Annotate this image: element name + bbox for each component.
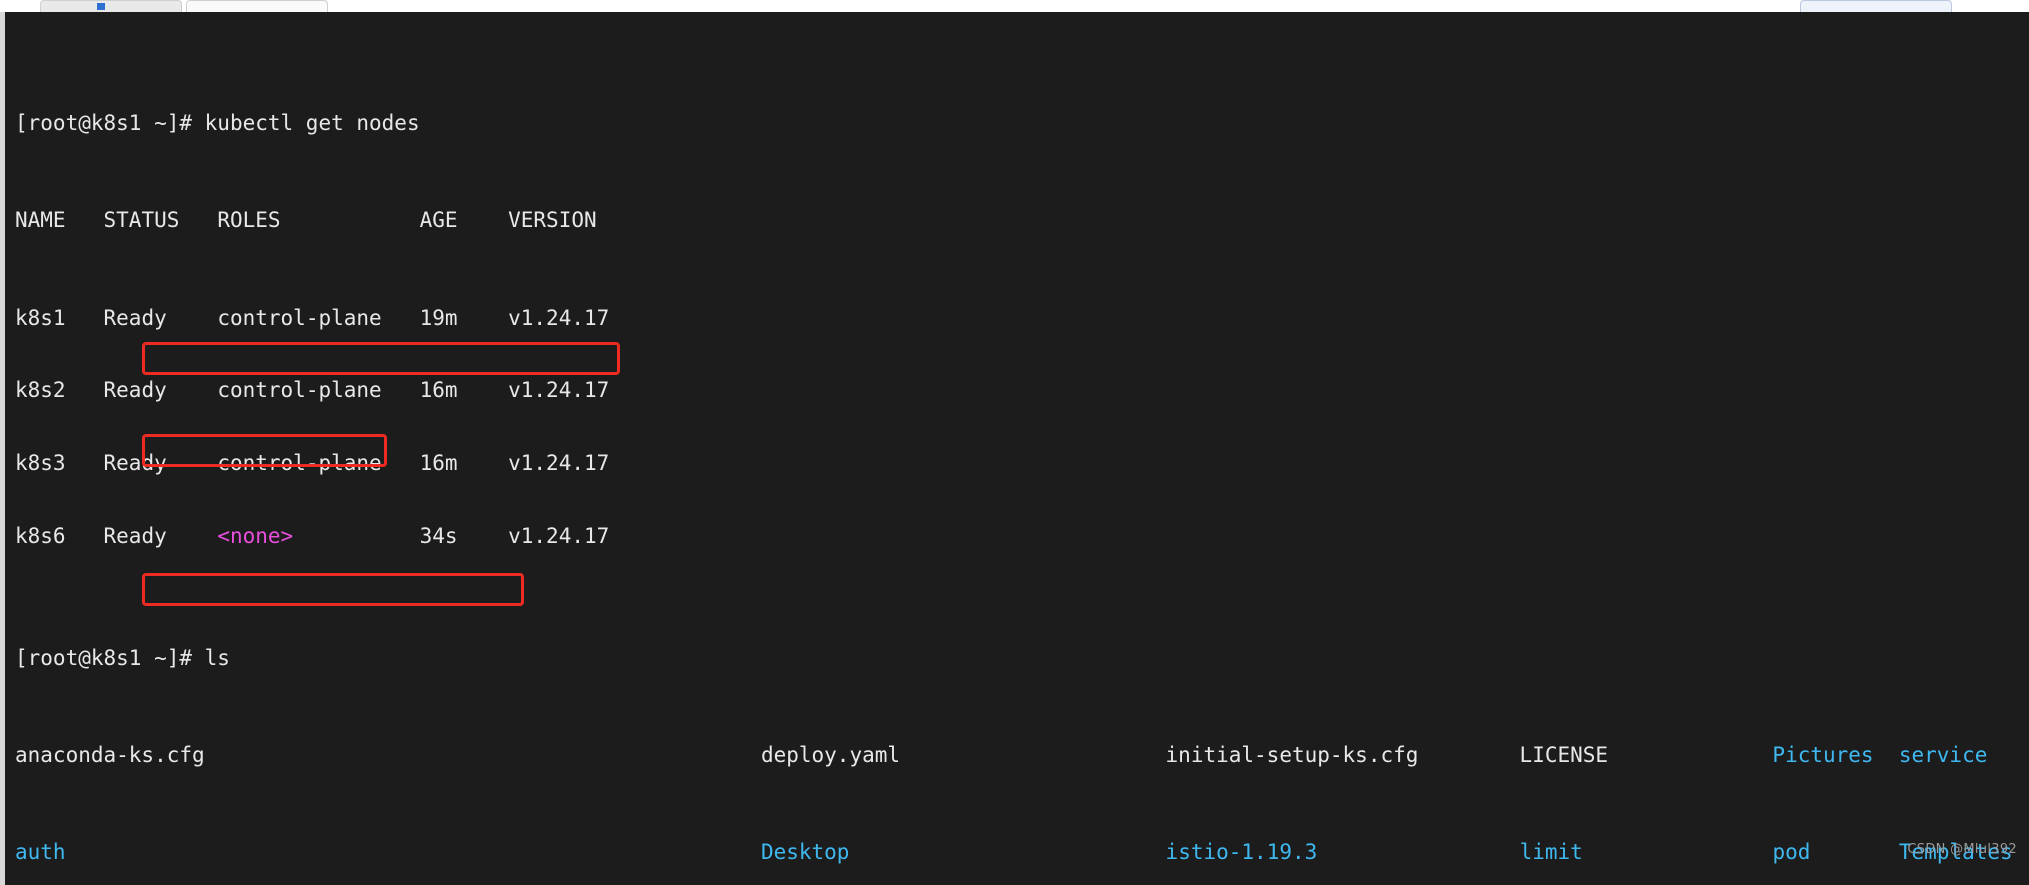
node-roles: control-plane — [217, 378, 420, 403]
ls-entry-pod: pod — [1772, 840, 1811, 865]
watermark-text: CSDN @Mlul392 — [1907, 842, 2017, 857]
node-roles: control-plane — [217, 305, 420, 330]
node-version: v1.24.17 — [508, 378, 610, 403]
node-status: Ready — [103, 305, 218, 330]
ls-entry-auth: auth — [15, 840, 66, 865]
col-roles: ROLES — [217, 208, 420, 233]
ls-entry-initial-setup-ks-cfg: initial-setup-ks.cfg — [1165, 742, 1520, 767]
node-roles: <none> — [217, 524, 294, 549]
terminal-line-command: [root@k8s1 ~]# ls — [15, 646, 2029, 670]
tab-favicon-icon — [97, 3, 105, 10]
col-status: STATUS — [103, 208, 218, 233]
table-row: k8s1 Ready control-plane 19m v1.24.17 — [15, 306, 2029, 330]
ls-entry-pictures: Pictures — [1772, 742, 1899, 767]
col-version: VERSION — [508, 208, 597, 233]
ls-entry-limit: limit — [1519, 840, 1583, 865]
ls-entry-license: LICENSE — [1519, 742, 1773, 767]
node-status: Ready — [103, 378, 218, 403]
node-roles: control-plane — [217, 451, 420, 476]
node-version: v1.24.17 — [508, 451, 610, 476]
terminal-surface[interactable]: [root@k8s1 ~]# kubectl get nodes NAME ST… — [0, 12, 2029, 885]
node-age: 16m — [419, 451, 509, 476]
ls-row: auth Desktop istio-1.19.3 limit pod Temp… — [15, 840, 2029, 864]
terminal-screen: [root@k8s1 ~]# kubectl get nodes NAME ST… — [15, 14, 2029, 885]
node-name: k8s3 — [15, 451, 104, 476]
ls-entry-desktop: Desktop — [760, 840, 850, 865]
node-status: Ready — [103, 451, 218, 476]
node-name: k8s6 — [15, 524, 104, 549]
command-ls: ls — [204, 645, 230, 670]
command-get-nodes: kubectl get nodes — [204, 111, 420, 136]
table-row: k8s3 Ready control-plane 16m v1.24.17 — [15, 451, 2029, 475]
ls-entry-istio-1193: istio-1.19.3 — [1165, 840, 1318, 865]
shell-prompt: [root@k8s1 ~]# — [15, 111, 205, 136]
tab-bar — [0, 0, 2029, 13]
table-row: k8s6 Ready <none> 34s v1.24.17 — [15, 524, 2029, 548]
node-age: 19m — [419, 305, 509, 330]
ls-row: anaconda-ks.cfg deploy.yaml initial-setu… — [15, 743, 2029, 767]
node-version: v1.24.17 — [508, 524, 610, 549]
shell-prompt: [root@k8s1 ~]# — [15, 645, 205, 670]
node-name: k8s2 — [15, 378, 104, 403]
node-status: Ready — [103, 524, 218, 549]
node-age: 16m — [419, 378, 509, 403]
node-name: k8s1 — [15, 305, 104, 330]
nodes-table-header: NAME STATUS ROLES AGE VERSION — [15, 208, 2029, 232]
ls-entry-anaconda-ks-cfg: anaconda-ks.cfg — [15, 742, 761, 767]
col-name: NAME — [15, 208, 104, 233]
node-age: 34s — [419, 524, 509, 549]
col-age: AGE — [419, 208, 509, 233]
ls-entry-service: service — [1898, 742, 1988, 767]
ls-entry-deploy-yaml: deploy.yaml — [760, 742, 1166, 767]
table-row: k8s2 Ready control-plane 16m v1.24.17 — [15, 378, 2029, 402]
terminal-window: [root@k8s1 ~]# kubectl get nodes NAME ST… — [0, 0, 2029, 885]
node-version: v1.24.17 — [508, 305, 610, 330]
terminal-line-command: [root@k8s1 ~]# kubectl get nodes — [15, 111, 2029, 135]
